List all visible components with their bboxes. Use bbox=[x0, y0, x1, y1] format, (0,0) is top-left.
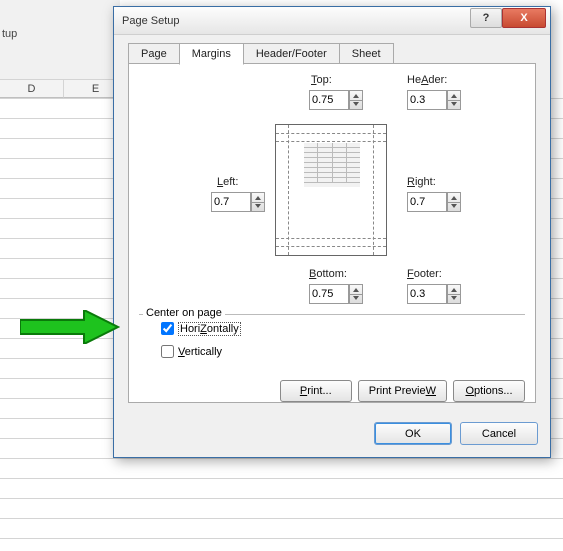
bottom-input[interactable] bbox=[309, 284, 349, 304]
ribbon-label-fragment: tup bbox=[2, 28, 17, 40]
options-button[interactable]: Options... bbox=[453, 380, 525, 402]
tab-page[interactable]: Page bbox=[128, 43, 180, 65]
dialog-title: Page Setup bbox=[122, 15, 180, 27]
print-preview-button[interactable]: Print PrevieW bbox=[358, 380, 447, 402]
left-input[interactable] bbox=[211, 192, 251, 212]
tab-sheet[interactable]: Sheet bbox=[339, 43, 394, 65]
help-button[interactable]: ? bbox=[470, 8, 502, 28]
tab-margins[interactable]: Margins bbox=[179, 43, 244, 65]
right-spin-arrows[interactable] bbox=[447, 192, 461, 212]
col-header-d[interactable]: D bbox=[0, 80, 64, 98]
titlebar[interactable]: Page Setup ? X bbox=[114, 7, 550, 35]
center-on-page-group: Center on page HoriZontally Vertically bbox=[139, 314, 525, 363]
bottom-spin-arrows[interactable] bbox=[349, 284, 363, 304]
cancel-button[interactable]: Cancel bbox=[460, 422, 538, 445]
top-spin-arrows[interactable] bbox=[349, 90, 363, 110]
footer-spinner[interactable] bbox=[407, 284, 461, 304]
horizontally-label: HoriZontally bbox=[178, 322, 241, 336]
footer-spin-arrows[interactable] bbox=[447, 284, 461, 304]
close-button[interactable]: X bbox=[502, 8, 546, 28]
left-spin-arrows[interactable] bbox=[251, 192, 265, 212]
header-label: HeAder: bbox=[407, 74, 447, 86]
action-buttons: Print... Print PrevieW Options... bbox=[280, 380, 525, 402]
top-label: Top: bbox=[311, 74, 332, 86]
header-spin-arrows[interactable] bbox=[447, 90, 461, 110]
right-label: Right: bbox=[407, 176, 436, 188]
page-preview bbox=[275, 124, 387, 256]
header-spinner[interactable] bbox=[407, 90, 461, 110]
left-label: Left: bbox=[217, 176, 238, 188]
header-input[interactable] bbox=[407, 90, 447, 110]
margins-pane: Top: HeAder: Left: Right: Bottom: Footer… bbox=[128, 63, 536, 403]
preview-table-icon bbox=[304, 143, 360, 187]
center-group-label: Center on page bbox=[143, 307, 225, 319]
page-setup-dialog: Page Setup ? X Page Margins Header/Foote… bbox=[113, 6, 551, 458]
right-spinner[interactable] bbox=[407, 192, 461, 212]
ribbon-fragment: tup bbox=[0, 0, 120, 80]
ok-button[interactable]: OK bbox=[374, 422, 452, 445]
horizontally-checkbox[interactable]: HoriZontally bbox=[157, 319, 525, 338]
print-button[interactable]: Print... bbox=[280, 380, 352, 402]
column-headers: D E bbox=[0, 80, 128, 98]
vertically-checkbox[interactable]: Vertically bbox=[157, 342, 525, 361]
footer-input[interactable] bbox=[407, 284, 447, 304]
top-input[interactable] bbox=[309, 90, 349, 110]
tab-header-footer[interactable]: Header/Footer bbox=[243, 43, 340, 65]
bottom-spinner[interactable] bbox=[309, 284, 363, 304]
horizontally-input[interactable] bbox=[161, 322, 174, 335]
top-spinner[interactable] bbox=[309, 90, 363, 110]
vertically-label: Vertically bbox=[178, 346, 222, 358]
dialog-footer-buttons: OK Cancel bbox=[374, 422, 538, 445]
bottom-label: Bottom: bbox=[309, 268, 347, 280]
footer-label: Footer: bbox=[407, 268, 442, 280]
left-spinner[interactable] bbox=[211, 192, 265, 212]
vertically-input[interactable] bbox=[161, 345, 174, 358]
right-input[interactable] bbox=[407, 192, 447, 212]
tab-strip: Page Margins Header/Footer Sheet bbox=[128, 43, 393, 65]
